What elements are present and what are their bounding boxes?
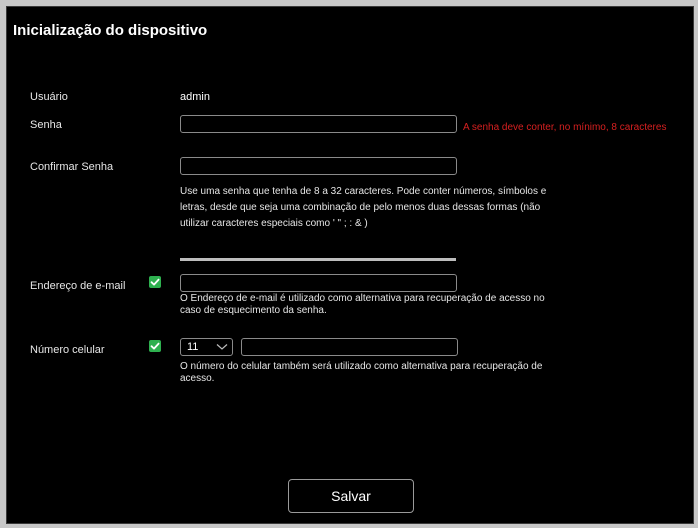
- password-hint-line: utilizar caracteres especiais como ' " ;…: [180, 218, 368, 229]
- chevron-down-icon: [216, 344, 228, 350]
- phone-input[interactable]: [241, 338, 458, 356]
- user-value: admin: [180, 91, 210, 103]
- email-note-line: caso de esquecimento da senha.: [180, 305, 327, 316]
- save-button[interactable]: Salvar: [288, 479, 414, 513]
- page-title: Inicialização do dispositivo: [13, 22, 208, 39]
- country-code-select[interactable]: 11: [180, 338, 233, 356]
- device-init-panel: [6, 6, 694, 524]
- email-note-line: O Endereço de e-mail é utilizado como al…: [180, 293, 545, 304]
- email-checkbox[interactable]: [149, 276, 161, 288]
- country-code-value: 11: [187, 341, 199, 353]
- password-label: Senha: [30, 119, 62, 131]
- password-hint: Use uma senha que tenha de 8 a 32 caract…: [180, 184, 570, 232]
- password-input[interactable]: [180, 115, 457, 133]
- email-label: Endereço de e-mail: [30, 280, 126, 292]
- phone-note-line: acesso.: [180, 373, 215, 384]
- phone-checkbox[interactable]: [149, 340, 161, 352]
- confirm-password-label: Confirmar Senha: [30, 161, 114, 173]
- phone-note-line: O número do celular também será utilizad…: [180, 361, 543, 372]
- phone-note: O número do celular também será utilizad…: [180, 361, 560, 385]
- user-label: Usuário: [30, 91, 68, 103]
- password-hint-line: letras, desde que seja uma combinação de…: [180, 202, 541, 213]
- email-input[interactable]: [180, 274, 457, 292]
- password-strength-bar: [180, 258, 456, 261]
- email-note: O Endereço de e-mail é utilizado como al…: [180, 293, 560, 317]
- checkmark-icon: [150, 278, 160, 286]
- checkmark-icon: [150, 342, 160, 350]
- password-hint-line: Use uma senha que tenha de 8 a 32 caract…: [180, 186, 547, 197]
- phone-label: Número celular: [30, 344, 105, 356]
- password-error-message: A senha deve conter, no mínimo, 8 caract…: [463, 122, 667, 133]
- confirm-password-input[interactable]: [180, 157, 457, 175]
